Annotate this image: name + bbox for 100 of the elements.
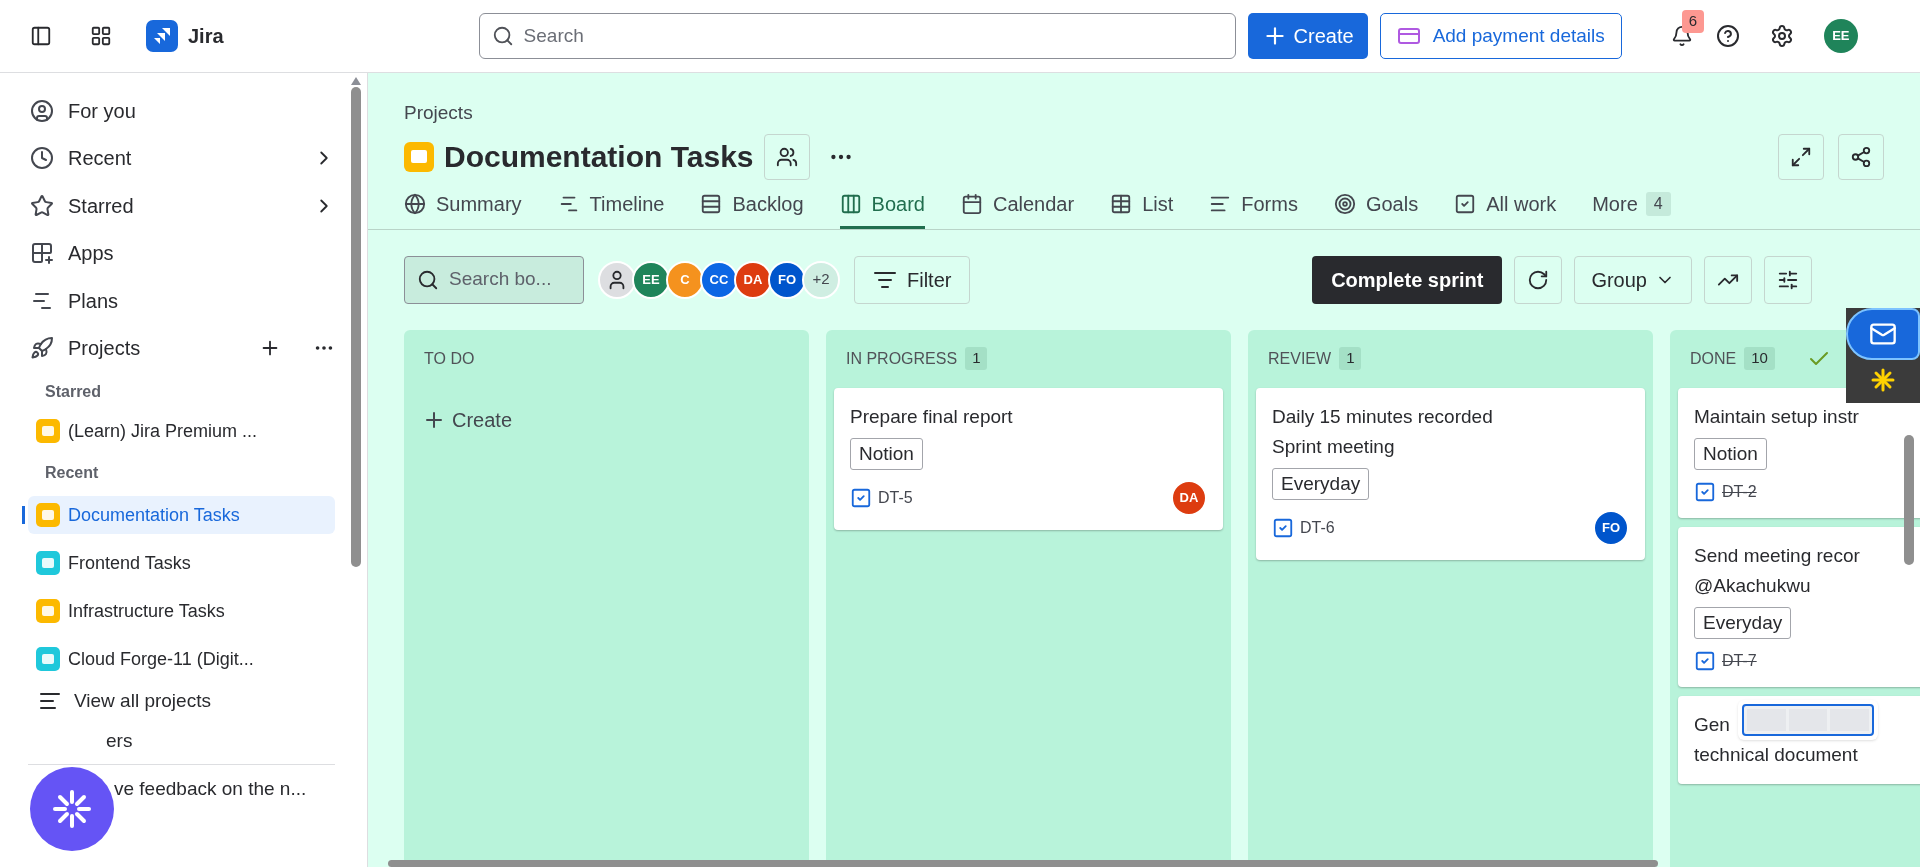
project-item[interactable]: Infrastructure Tasks xyxy=(28,592,335,630)
column-count: 1 xyxy=(965,347,988,370)
more-tab[interactable]: More 4 xyxy=(1592,182,1671,229)
user-avatar[interactable]: DA xyxy=(734,260,772,299)
nav-item[interactable]: Projects xyxy=(28,324,335,372)
sliders-icon xyxy=(1777,268,1799,291)
user-avatar[interactable]: EE xyxy=(632,260,670,299)
vertical-scrollbar[interactable] xyxy=(1904,435,1914,565)
view-tab[interactable]: Calendar xyxy=(960,182,1075,229)
complete-sprint-button[interactable]: Complete sprint xyxy=(1312,255,1503,304)
project-item[interactable]: Cloud Forge-11 (Digit... xyxy=(28,640,335,678)
tab-icon xyxy=(1454,193,1477,215)
nav-icon xyxy=(30,146,54,171)
profile-avatar[interactable]: EE xyxy=(1823,19,1858,53)
project-title: Documentation Tasks xyxy=(444,139,754,175)
nav-icon xyxy=(30,193,54,218)
refresh-button[interactable] xyxy=(1514,255,1563,304)
group-button[interactable]: Group xyxy=(1574,255,1692,304)
tab-icon xyxy=(404,193,426,215)
feedback-link[interactable]: ve feedback on the n... xyxy=(114,775,307,804)
issue-key[interactable]: DT-6 xyxy=(1300,515,1335,540)
create-button[interactable]: Create xyxy=(1247,13,1368,59)
product-name[interactable]: Jira xyxy=(188,21,224,51)
create-issue-button[interactable]: Create xyxy=(422,399,801,440)
column-count: 10 xyxy=(1744,347,1775,370)
view-tab[interactable]: Timeline xyxy=(557,182,665,229)
nav-item[interactable]: Apps xyxy=(28,229,335,277)
issue-card[interactable]: Maintain setup instr Notion DT-2 xyxy=(1678,387,1920,518)
board-minimap[interactable] xyxy=(1738,699,1878,740)
card-title: Sprint meeting xyxy=(1272,434,1395,459)
task-icon xyxy=(1694,649,1716,672)
user-avatar[interactable]: FO xyxy=(1593,509,1629,546)
share-button[interactable] xyxy=(1838,133,1884,180)
issue-card[interactable]: Send meeting recor @Akachukwu Everyday DT-7 xyxy=(1678,526,1920,687)
card-label: Everyday xyxy=(1272,467,1370,500)
issue-key[interactable]: DT-5 xyxy=(878,485,913,510)
view-tab[interactable]: Forms xyxy=(1209,182,1298,229)
mail-button[interactable] xyxy=(1846,308,1920,360)
issue-key[interactable]: DT-2 xyxy=(1722,479,1757,504)
issue-card[interactable]: Prepare final report Notion DT-5 DA xyxy=(834,387,1223,530)
board-search-field[interactable]: Search bo... xyxy=(404,255,584,304)
user-avatar[interactable]: CC xyxy=(700,260,738,299)
active-indicator xyxy=(22,506,25,524)
card-title: Maintain setup instr xyxy=(1694,404,1859,429)
help-icon[interactable] xyxy=(1715,24,1740,48)
horizontal-scrollbar[interactable] xyxy=(388,860,1658,867)
settings-icon[interactable] xyxy=(1769,24,1794,48)
project-item[interactable]: (Learn) Jira Premium ... xyxy=(28,412,335,450)
tab-icon xyxy=(1110,193,1133,215)
nav-item[interactable]: Plans xyxy=(28,277,335,325)
view-tab[interactable]: All work xyxy=(1454,182,1557,229)
sparkle-icon xyxy=(1871,368,1895,392)
issue-card[interactable]: Gen technical document xyxy=(1678,695,1920,784)
scroll-up-icon[interactable] xyxy=(351,77,361,85)
view-tab[interactable]: Board xyxy=(839,182,925,229)
column-count: 1 xyxy=(1339,347,1362,370)
tab-icon xyxy=(1333,193,1356,215)
notifications-icon[interactable] xyxy=(1670,25,1693,47)
search-input[interactable]: Search xyxy=(523,21,1223,51)
user-avatar[interactable]: DA xyxy=(1171,479,1207,516)
people-icon xyxy=(775,145,798,168)
refresh-icon xyxy=(1527,268,1550,291)
nav-item[interactable]: Recent xyxy=(28,134,335,182)
issue-key[interactable]: DT-7 xyxy=(1722,648,1757,673)
fullscreen-button[interactable] xyxy=(1778,133,1824,180)
nav-icon xyxy=(30,336,54,361)
insights-button[interactable] xyxy=(1704,255,1752,304)
logo-icon[interactable] xyxy=(146,20,178,52)
feedback-widget[interactable] xyxy=(1846,308,1920,403)
project-item[interactable]: Frontend Tasks xyxy=(28,544,335,582)
column-title: TO DO xyxy=(424,348,475,369)
sparkle-icon xyxy=(52,789,92,829)
nav-item[interactable]: Starred xyxy=(28,182,335,230)
section-heading: Recent xyxy=(44,463,100,483)
card-title: Send meeting recor xyxy=(1694,543,1860,568)
board-search-input[interactable]: Search bo... xyxy=(449,265,569,294)
issue-card[interactable]: Daily 15 minutes recorded Sprint meeting Everyday DT-6 FO xyxy=(1256,387,1645,560)
filters-item[interactable]: ers xyxy=(106,726,133,756)
view-tab[interactable]: List xyxy=(1110,182,1174,229)
card-title: Prepare final report xyxy=(850,404,1013,429)
search-field[interactable]: Search xyxy=(478,13,1236,59)
unassigned-avatar[interactable] xyxy=(598,260,636,299)
view-tab[interactable]: Backlog xyxy=(700,182,804,229)
user-avatar[interactable]: FO xyxy=(768,260,806,299)
search-icon xyxy=(491,25,514,47)
more-count: 4 xyxy=(1645,192,1671,216)
more-people[interactable]: +2 xyxy=(802,260,840,299)
team-button[interactable] xyxy=(763,133,810,180)
add-payment-button[interactable]: Add payment details xyxy=(1379,13,1622,59)
settings-button[interactable] xyxy=(1764,255,1812,304)
nav-item[interactable]: For you xyxy=(28,87,335,135)
breadcrumb[interactable]: Projects xyxy=(404,99,1884,128)
view-all-projects[interactable]: View all projects xyxy=(28,678,335,724)
card-title: Gen xyxy=(1694,712,1730,737)
task-icon xyxy=(1694,480,1716,503)
share-icon xyxy=(1850,145,1872,168)
card-title: @Akachukwu xyxy=(1694,573,1811,598)
filter-button[interactable]: Filter xyxy=(854,255,971,304)
view-tab[interactable]: Goals xyxy=(1333,182,1419,229)
view-tab[interactable]: Summary xyxy=(404,182,522,229)
